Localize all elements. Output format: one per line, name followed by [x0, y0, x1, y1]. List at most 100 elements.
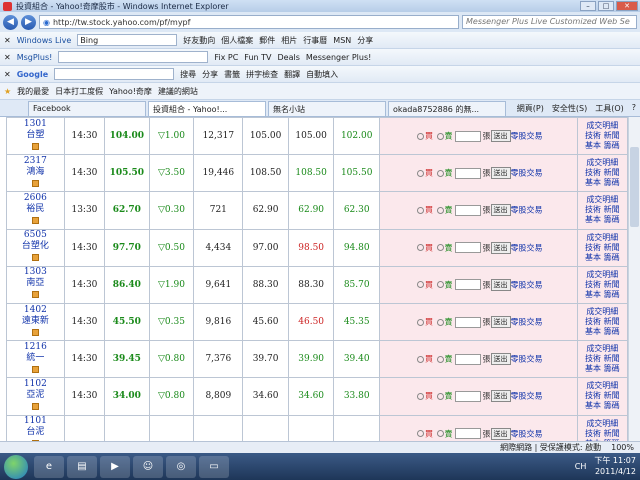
chips-link[interactable]: 籌碼	[604, 178, 620, 187]
quantity-input[interactable]	[454, 242, 481, 254]
odd-lot-link[interactable]: 零股交易	[511, 280, 543, 289]
scroll-thumb[interactable]	[630, 147, 639, 227]
tb3-item[interactable]: 搜尋	[180, 69, 196, 80]
news-link[interactable]: 新聞	[604, 354, 620, 363]
stock-icon[interactable]	[31, 142, 39, 150]
tech-link[interactable]: 技術	[585, 205, 601, 214]
quantity-input[interactable]	[454, 390, 481, 402]
stock-icon[interactable]	[31, 365, 39, 373]
tech-link[interactable]: 技術	[585, 317, 601, 326]
sell-radio[interactable]	[436, 355, 444, 363]
submit-button[interactable]: 送出	[490, 278, 511, 291]
stock-cell[interactable]: 1301 台塑	[6, 117, 65, 156]
stock-name[interactable]: 統一	[7, 353, 64, 364]
detail-link[interactable]: 成交明細	[578, 158, 627, 168]
quantity-input[interactable]	[454, 353, 481, 365]
buy-radio[interactable]	[416, 169, 424, 177]
minimize-button[interactable]: –	[580, 1, 596, 11]
detail-link[interactable]: 成交明細	[578, 270, 627, 280]
detail-link[interactable]: 成交明細	[578, 195, 627, 205]
safety-menu[interactable]: 安全性(S)	[552, 103, 587, 114]
detail-link[interactable]: 成交明細	[578, 381, 627, 391]
quantity-input[interactable]	[454, 279, 481, 291]
tech-link[interactable]: 技術	[585, 168, 601, 177]
stock-cell[interactable]: 1102 亞泥	[6, 377, 65, 416]
tech-link[interactable]: 技術	[585, 429, 601, 438]
tb3-item[interactable]: 分享	[202, 69, 218, 80]
favorites-label[interactable]: 我的最愛	[17, 86, 49, 97]
tools-menu[interactable]: 工具(O)	[595, 103, 624, 114]
tb1-item[interactable]: 分享	[357, 35, 373, 46]
tab-facebook[interactable]: Facebook	[28, 101, 146, 116]
zoom-level[interactable]: 100%	[611, 443, 634, 452]
windows-live-brand[interactable]: Windows Live	[17, 36, 72, 45]
stock-code[interactable]: 2606	[7, 193, 64, 204]
stock-code[interactable]: 1402	[7, 305, 64, 316]
odd-lot-link[interactable]: 零股交易	[511, 392, 543, 401]
fav-item[interactable]: Yahoo!奇摩	[109, 86, 152, 97]
odd-lot-link[interactable]: 零股交易	[511, 318, 543, 327]
quantity-input[interactable]	[454, 428, 481, 440]
msgplus-brand[interactable]: MsgPlus!	[17, 53, 53, 62]
chips-link[interactable]: 籌碼	[604, 327, 620, 336]
stock-name[interactable]: 亞泥	[7, 390, 64, 401]
news-link[interactable]: 新聞	[604, 429, 620, 438]
stock-icon[interactable]	[31, 402, 39, 410]
tb2-item[interactable]: Fun TV	[244, 53, 271, 62]
sell-radio[interactable]	[436, 132, 444, 140]
tb3-item[interactable]: 拼字檢查	[246, 69, 278, 80]
detail-link[interactable]: 成交明細	[578, 121, 627, 131]
sell-radio[interactable]	[436, 430, 444, 438]
basic-link[interactable]: 基本	[585, 178, 601, 187]
language-indicator[interactable]: CH	[575, 461, 587, 472]
tab-wretch-album[interactable]: okada8752886 的無...	[388, 101, 506, 116]
stock-name[interactable]: 遠東新	[7, 316, 64, 327]
detail-link[interactable]: 成交明細	[578, 307, 627, 317]
fav-item[interactable]: 日本打工度假	[55, 86, 103, 97]
close-toolbar-icon[interactable]: ✕	[4, 36, 11, 45]
buy-radio[interactable]	[416, 430, 424, 438]
tech-link[interactable]: 技術	[585, 131, 601, 140]
stock-code[interactable]: 1303	[7, 267, 64, 278]
tb3-item[interactable]: 書籤	[224, 69, 240, 80]
tb2-item[interactable]: Messenger Plus!	[306, 53, 371, 62]
submit-button[interactable]: 送出	[490, 130, 511, 143]
stock-name[interactable]: 台泥	[7, 427, 64, 438]
favorites-star-icon[interactable]: ★	[4, 87, 11, 96]
close-toolbar-icon[interactable]: ✕	[4, 70, 11, 79]
news-link[interactable]: 新聞	[604, 280, 620, 289]
quantity-input[interactable]	[454, 130, 481, 142]
submit-button[interactable]: 送出	[490, 241, 511, 254]
stock-name[interactable]: 鴻海	[7, 167, 64, 178]
fav-item[interactable]: 建議的網站	[158, 86, 198, 97]
quantity-input[interactable]	[454, 316, 481, 328]
sell-radio[interactable]	[436, 392, 444, 400]
stock-cell[interactable]: 1216 統一	[6, 340, 65, 379]
stock-cell[interactable]: 1303 南亞	[6, 265, 65, 304]
stock-code[interactable]: 1216	[7, 342, 64, 353]
msgplus-search-input[interactable]	[58, 51, 209, 63]
odd-lot-link[interactable]: 零股交易	[511, 206, 543, 215]
tb1-item[interactable]: 個人檔案	[221, 35, 253, 46]
search-field[interactable]: Messenger Plus Live Customized Web Se	[462, 15, 637, 29]
basic-link[interactable]: 基本	[585, 215, 601, 224]
sell-radio[interactable]	[436, 281, 444, 289]
buy-radio[interactable]	[416, 392, 424, 400]
detail-link[interactable]: 成交明細	[578, 233, 627, 243]
stock-code[interactable]: 1301	[7, 119, 64, 130]
stock-name[interactable]: 南亞	[7, 278, 64, 289]
submit-button[interactable]: 送出	[490, 204, 511, 217]
tab-portfolio[interactable]: 投資組合 - Yahoo!...	[148, 101, 266, 116]
basic-link[interactable]: 基本	[585, 253, 601, 262]
news-link[interactable]: 新聞	[604, 131, 620, 140]
messenger-taskbar-icon[interactable]: ☺	[133, 455, 163, 478]
detail-link[interactable]: 成交明細	[578, 344, 627, 354]
google-search-input[interactable]	[54, 68, 175, 80]
tb1-item[interactable]: 好友動向	[183, 35, 215, 46]
stock-icon[interactable]	[31, 328, 39, 336]
start-button[interactable]	[4, 454, 28, 479]
submit-button[interactable]: 送出	[490, 167, 511, 180]
browser-taskbar-icon[interactable]: ◎	[166, 455, 196, 478]
window-taskbar-icon[interactable]: ▭	[199, 455, 229, 478]
basic-link[interactable]: 基本	[585, 364, 601, 373]
